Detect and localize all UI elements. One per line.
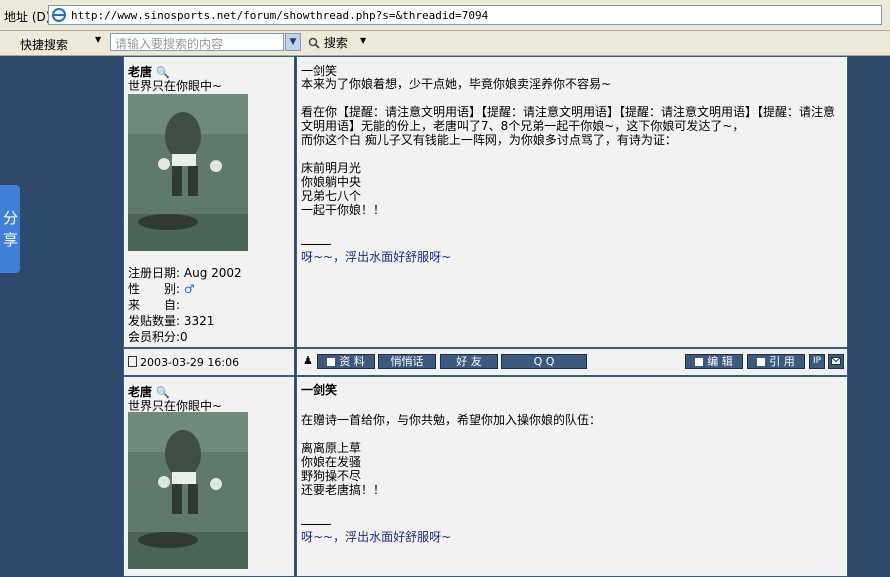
post-actions: ♟ 资 料 悄悄话 好 友 Q Q 编 辑 引 用 IP xyxy=(296,348,848,376)
post-date: 2003-03-29 16:06 xyxy=(128,356,239,369)
quote-icon xyxy=(757,358,766,366)
avatar xyxy=(128,412,248,569)
share-tab[interactable]: 分享 xyxy=(0,185,20,273)
male-icon: ♂ xyxy=(183,282,195,296)
search-toolbar: 快捷搜索 ▼ 请输入要搜索的内容 ▼ 搜索 ▼ xyxy=(0,31,890,56)
address-bar: 地址 (D) http://www.sinosports.net/forum/s… xyxy=(0,0,890,31)
profile-icon xyxy=(327,358,336,366)
online-status-icon: ♟ xyxy=(303,354,313,367)
search-button-label: 搜索 xyxy=(323,36,348,50)
body-line: 还要老唐搞！！ xyxy=(301,483,386,497)
quick-search-label[interactable]: 快捷搜索 xyxy=(20,36,68,53)
body-line: 离离原上草 xyxy=(301,441,362,455)
search-dropdown-button[interactable]: ▼ xyxy=(285,33,301,51)
post-count: 3321 xyxy=(183,314,215,328)
body-line: 你娘躺中央 xyxy=(301,175,362,189)
ie-page-icon xyxy=(52,8,66,22)
signature: 呀~~，浮出水面好舒服呀~ xyxy=(301,250,452,264)
forum-thread: 老唐 🔍 世界只在你眼中~ 注册日期: Aug 2002 性 别: ♂ 来 自:… xyxy=(112,56,860,577)
post-author-panel: 老唐 🔍 世界只在你眼中~ xyxy=(123,376,295,577)
post-date-cell: 2003-03-29 16:06 xyxy=(123,348,295,376)
points: 0 xyxy=(180,330,188,344)
body-line: 文明用语】无能的份上，老唐叫了7、8个兄弟一起干你娘~，这下你娘可发达了~， xyxy=(301,119,745,133)
email-button[interactable] xyxy=(828,354,844,369)
post-body: 在赠诗一首给你，与你共勉，希望你加入操你娘的队伍： 离离原上草 你娘在发骚 野狗… xyxy=(301,413,841,497)
post-content: 一剑笑 本来为了你娘着想，少干点她，毕竟你娘卖淫养你不容易~ 看在你【提醒：请注… xyxy=(296,56,848,348)
body-line: 野狗操不尽 xyxy=(301,469,362,483)
user-info: 注册日期: Aug 2002 性 别: ♂ 来 自: 发贴数量: 3321 会员… xyxy=(128,266,242,344)
post-author-panel: 老唐 🔍 世界只在你眼中~ 注册日期: Aug 2002 性 别: ♂ 来 自:… xyxy=(123,56,295,348)
post-content: 一剑笑 在赠诗一首给你，与你共勉，希望你加入操你娘的队伍： 离离原上草 你娘在发… xyxy=(296,376,848,577)
body-line: 本来为了你娘着想，少干点她，毕竟你娘卖淫养你不容易~ xyxy=(301,77,612,91)
qq-button[interactable]: Q Q xyxy=(501,354,587,369)
body-line: 兄弟七八个 xyxy=(301,189,362,203)
signature-divider xyxy=(301,524,331,525)
post-body: 本来为了你娘着想，少干点她，毕竟你娘卖淫养你不容易~ 看在你【提醒：请注意文明用… xyxy=(301,77,841,217)
body-line: 你娘在发骚 xyxy=(301,455,362,469)
profile-button[interactable]: 资 料 xyxy=(317,354,375,369)
address-field[interactable]: http://www.sinosports.net/forum/showthre… xyxy=(48,5,882,25)
pm-button[interactable]: 悄悄话 xyxy=(378,354,436,369)
user-title: 世界只在你眼中~ xyxy=(128,79,223,93)
body-line: 床前明月光 xyxy=(301,161,362,175)
body-line: 看在你【提醒：请注意文明用语】【提醒：请注意文明用语】【提醒：请注意文明用语】【… xyxy=(301,105,836,119)
search-options-dropdown-icon[interactable]: ▼ xyxy=(360,36,366,45)
address-label: 地址 (D) xyxy=(4,10,51,24)
address-url[interactable]: http://www.sinosports.net/forum/showthre… xyxy=(71,9,488,22)
quick-search-dropdown-icon[interactable]: ▼ xyxy=(95,35,101,44)
search-input[interactable]: 请输入要搜索的内容 xyxy=(110,33,284,51)
signature-divider xyxy=(301,244,331,245)
quote-button[interactable]: 引 用 xyxy=(747,354,805,369)
share-label: 分享 xyxy=(3,209,19,249)
body-line: 而你这个白 痴儿子又有钱能上一阵网，为你娘多讨点骂了，有诗为证： xyxy=(301,133,677,147)
body-line: 一起干你娘！！ xyxy=(301,203,386,217)
signature: 呀~~，浮出水面好舒服呀~ xyxy=(301,530,452,544)
body-line xyxy=(301,147,841,161)
mail-icon xyxy=(831,357,841,365)
post-footer: 2003-03-29 16:06 ♟ 资 料 悄悄话 好 友 Q Q 编 辑 引… xyxy=(123,348,848,376)
edit-icon xyxy=(695,358,704,366)
register-date: Aug 2002 xyxy=(183,266,242,280)
body-line xyxy=(301,91,841,105)
edit-button[interactable]: 编 辑 xyxy=(685,354,743,369)
ip-button[interactable]: IP xyxy=(809,354,825,369)
post-title: 一剑笑 xyxy=(301,383,338,397)
body-line xyxy=(301,427,841,441)
document-icon xyxy=(128,356,137,367)
avatar xyxy=(128,94,248,251)
search-icon xyxy=(308,37,320,49)
search-button[interactable]: 搜索 xyxy=(308,34,348,52)
body-line: 在赠诗一首给你，与你共勉，希望你加入操你娘的队伍： xyxy=(301,413,602,427)
add-friend-button[interactable]: 好 友 xyxy=(440,354,498,369)
